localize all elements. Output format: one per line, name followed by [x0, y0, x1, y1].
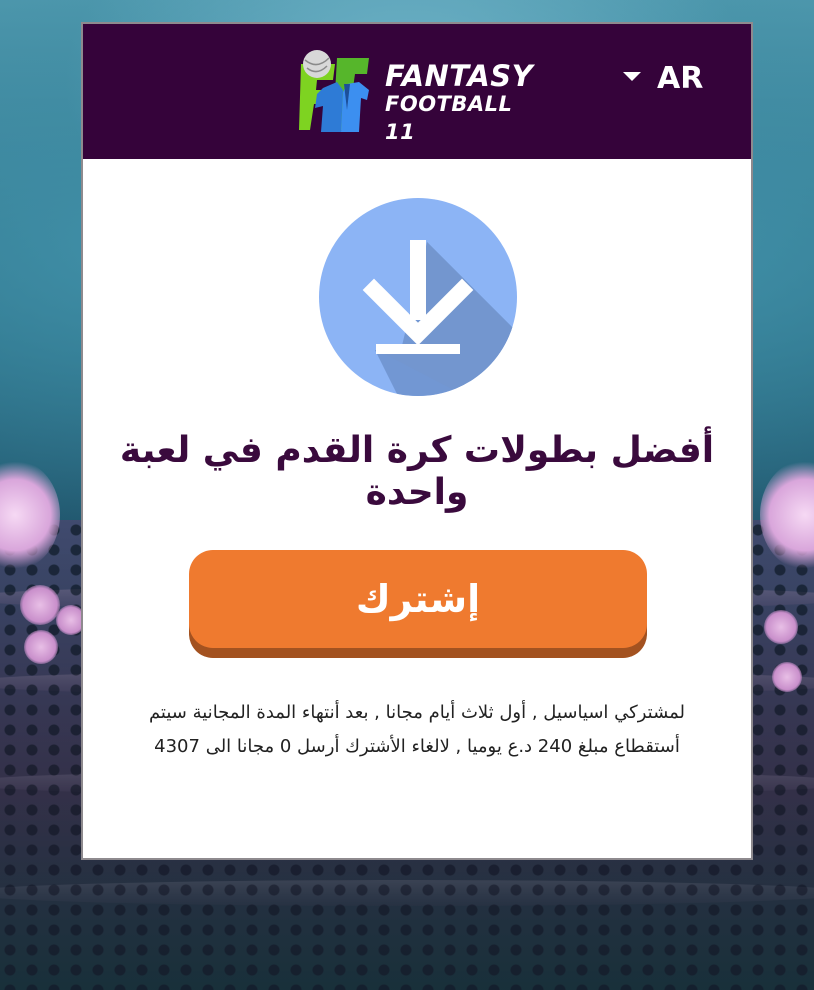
subscription-card: FANTASY FOOTBALL 11 AR أفضل بطولات كرة ا… — [81, 22, 753, 860]
app-logo: FANTASY FOOTBALL 11 — [297, 50, 537, 144]
header-bar: FANTASY FOOTBALL 11 AR — [83, 24, 751, 159]
subscribe-button[interactable]: إشترك — [189, 550, 647, 648]
logo-line2: FOOTBALL 11 — [385, 92, 513, 144]
download-icon — [319, 198, 517, 396]
stadium-light — [764, 610, 798, 644]
caret-down-icon — [623, 71, 641, 81]
language-label: AR — [657, 60, 704, 96]
terms-text: لمشتركي اسياسيل , أول ثلاث أيام مجانا , … — [148, 702, 686, 757]
logo-line1: FANTASY — [385, 59, 534, 93]
logo-emblem-icon — [299, 50, 369, 132]
language-selector[interactable]: AR — [623, 58, 703, 98]
stadium-light — [20, 585, 60, 625]
page-title: أفضل بطولات كرة القدم في لعبة واحدة — [119, 430, 715, 513]
logo-wordmark: FANTASY FOOTBALL 11 — [385, 62, 537, 146]
stadium-light — [24, 630, 58, 664]
stadium-light — [772, 662, 802, 692]
